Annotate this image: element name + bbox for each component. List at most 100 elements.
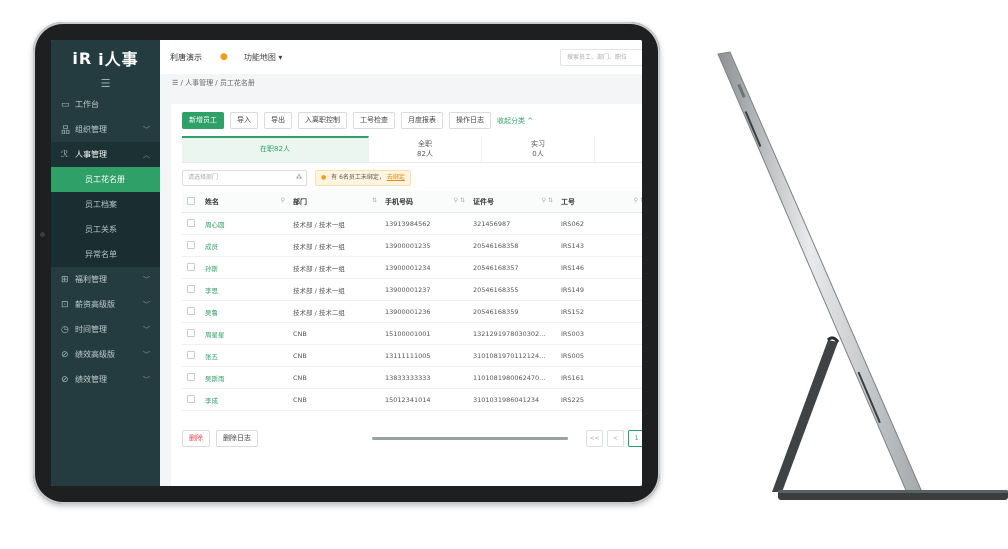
row-checkbox[interactable] <box>182 212 204 235</box>
column-header-name[interactable]: 姓名 ⚲ <box>204 191 292 213</box>
search-sort-icon[interactable]: ⚲ ⇅ <box>634 197 642 204</box>
cell-employee-no: IRS003 <box>560 322 642 345</box>
sidebar-item-workbench[interactable]: ▭ 工作台 <box>51 92 160 117</box>
id-check-button[interactable]: 工号检查 <box>353 112 395 129</box>
chevron-down-icon: ﹀ <box>143 125 150 134</box>
toolbar: 新增员工 导入 导出 入离职控制 工号检查 月度报表 操作日志 收起分类 ^ <box>182 112 533 129</box>
cell-employee-no: IRS161 <box>560 366 642 389</box>
cell-department: 技术部 / 技术一组 <box>292 234 384 257</box>
employee-name-link[interactable]: 周心圆 <box>204 212 292 235</box>
bind-now-link[interactable]: 去绑定 <box>387 174 405 181</box>
column-header-department[interactable]: 部门 ⇅ <box>292 191 384 213</box>
employee-name-link[interactable]: 吴鲁 <box>204 300 292 323</box>
add-employee-button[interactable]: 新增员工 <box>182 112 224 129</box>
sidebar-nav: ▭ 工作台 品 组织管理 ﹀ ℛ 人事管理 ︿ 员工花名册 员工档案 员工关系 … <box>51 92 160 392</box>
cell-id-number: 321456987 <box>472 212 560 235</box>
table-row[interactable]: 周星星 CNB 15100001001 1321291978030302... … <box>182 322 642 345</box>
select-all-checkbox[interactable] <box>182 191 204 213</box>
pagination: << < 1 <box>586 430 642 447</box>
sidebar-item-performance-pro[interactable]: ⊘ 绩效高级版 ﹀ <box>51 342 160 367</box>
row-checkbox[interactable] <box>182 278 204 301</box>
logo-mark: iR <box>72 48 93 68</box>
row-checkbox[interactable] <box>182 322 204 345</box>
chevron-down-icon: ﹀ <box>143 275 150 284</box>
cell-employee-no: IRS152 <box>560 300 642 323</box>
page-number-button[interactable]: 1 <box>628 430 642 447</box>
tab-intern[interactable]: 实习 0人 <box>482 136 595 162</box>
table-row[interactable]: 吴斯雨 CNB 13833333333 1101081980062470... … <box>182 366 642 389</box>
export-button[interactable]: 导出 <box>264 112 292 129</box>
cell-phone: 13900001234 <box>384 256 472 279</box>
cell-id-number: 20546168359 <box>472 300 560 323</box>
column-header-id-number[interactable]: 证件号 ⚲ ⇅ <box>472 191 560 213</box>
table-row[interactable]: 张五 CNB 13111111005 3101081970112124... I… <box>182 344 642 367</box>
cell-id-number: 20546168355 <box>472 278 560 301</box>
collapse-category-link[interactable]: 收起分类 ^ <box>497 116 533 126</box>
sidebar-item-org[interactable]: 品 组织管理 ﹀ <box>51 117 160 142</box>
sidebar-item-label: 员工档案 <box>85 200 117 209</box>
row-checkbox[interactable] <box>182 366 204 389</box>
status-tabs: 在职82人 全职 82人 实习 0人 <box>182 136 642 163</box>
sidebar-item-salary[interactable]: ⊡ 薪资高级版 ﹀ <box>51 292 160 317</box>
cell-phone: 13913984562 <box>384 212 472 235</box>
employee-name-link[interactable]: 孙斯 <box>204 256 292 279</box>
row-checkbox[interactable] <box>182 388 204 411</box>
employee-name-link[interactable]: 周星星 <box>204 322 292 345</box>
person-icon: ℛ <box>61 149 69 160</box>
search-sort-icon[interactable]: ⚲ ⇅ <box>542 197 553 204</box>
employee-name-link[interactable]: 李成 <box>204 388 292 411</box>
company-switcher[interactable]: 利唐演示 <box>170 52 202 63</box>
table-row[interactable]: 李思 技术部 / 技术一组 13900001237 20546168355 IR… <box>182 278 642 301</box>
table-row[interactable]: 周心圆 技术部 / 技术一组 13913984562 321456987 IRS… <box>182 212 642 235</box>
operation-log-button[interactable]: 操作日志 <box>449 112 491 129</box>
sidebar-item-welfare[interactable]: ⊞ 福利管理 ﹀ <box>51 267 160 292</box>
row-checkbox[interactable] <box>182 344 204 367</box>
delete-button[interactable]: 删除 <box>182 430 210 447</box>
table-row[interactable]: 成员 技术部 / 技术一组 13900001235 20546168358 IR… <box>182 234 642 257</box>
cell-employee-no: IRS146 <box>560 256 642 279</box>
row-checkbox[interactable] <box>182 300 204 323</box>
table-row[interactable]: 孙斯 技术部 / 技术一组 13900001234 20546168357 IR… <box>182 256 642 279</box>
function-map-menu[interactable]: 功能地图 ▾ <box>244 52 283 63</box>
column-header-phone[interactable]: 手机号码 ⚲ ⇅ <box>384 191 472 213</box>
sidebar-item-files[interactable]: 员工档案 <box>51 192 160 217</box>
employee-name-link[interactable]: 李思 <box>204 278 292 301</box>
table-row[interactable]: 李成 CNB 15012341014 3101031986041234 IRS2… <box>182 388 642 411</box>
sidebar-item-label: 人事管理 <box>75 150 107 159</box>
global-search-input[interactable]: 搜索员工、部门、职位 <box>560 49 642 66</box>
sidebar-item-time[interactable]: ◷ 时间管理 ﹀ <box>51 317 160 342</box>
search-icon[interactable]: ⚲ <box>281 197 285 204</box>
prev-page-button[interactable]: < <box>607 430 624 447</box>
gift-icon: ⊞ <box>61 274 69 285</box>
table-row[interactable]: 吴鲁 技术部 / 技术二组 13900001236 20546168359 IR… <box>182 300 642 323</box>
sort-icon[interactable]: ⇅ <box>372 197 377 204</box>
first-page-button[interactable]: << <box>586 430 603 447</box>
menu-toggle-icon[interactable]: ☰ <box>51 76 160 92</box>
app-logo[interactable]: iR i人事 <box>51 40 160 76</box>
monthly-report-button[interactable]: 月度报表 <box>401 112 443 129</box>
tab-active-employees[interactable]: 在职82人 <box>182 136 369 162</box>
sidebar-item-hr[interactable]: ℛ 人事管理 ︿ <box>51 142 160 167</box>
sidebar-item-exceptions[interactable]: 异常名单 <box>51 242 160 267</box>
logo-text: i人事 <box>98 50 139 69</box>
row-checkbox[interactable] <box>182 256 204 279</box>
search-sort-icon[interactable]: ⚲ ⇅ <box>454 197 465 204</box>
cell-phone: 15100001001 <box>384 322 472 345</box>
tab-full-time[interactable]: 全职 82人 <box>369 136 482 162</box>
employee-name-link[interactable]: 张五 <box>204 344 292 367</box>
column-header-employee-no[interactable]: 工号⚲ ⇅ <box>560 191 642 213</box>
sidebar-item-relations[interactable]: 员工关系 <box>51 217 160 242</box>
sidebar-item-performance[interactable]: ⊘ 绩效管理 ﹀ <box>51 367 160 392</box>
sidebar: iR i人事 ☰ ▭ 工作台 品 组织管理 ﹀ ℛ 人事管理 ︿ 员工花名册 员… <box>51 40 160 486</box>
department-select[interactable]: 请选择部门 ⁂ <box>182 170 307 186</box>
tablet-camera <box>40 232 45 237</box>
notification-dot-icon[interactable]: ● <box>220 52 228 62</box>
row-checkbox[interactable] <box>182 234 204 257</box>
employee-name-link[interactable]: 成员 <box>204 234 292 257</box>
horizontal-scrollbar[interactable] <box>372 437 568 440</box>
onboard-control-button[interactable]: 入离职控制 <box>298 112 347 129</box>
sidebar-item-roster[interactable]: 员工花名册 <box>51 167 160 192</box>
delete-log-button[interactable]: 删除日志 <box>216 430 258 447</box>
import-button[interactable]: 导入 <box>230 112 258 129</box>
employee-name-link[interactable]: 吴斯雨 <box>204 366 292 389</box>
